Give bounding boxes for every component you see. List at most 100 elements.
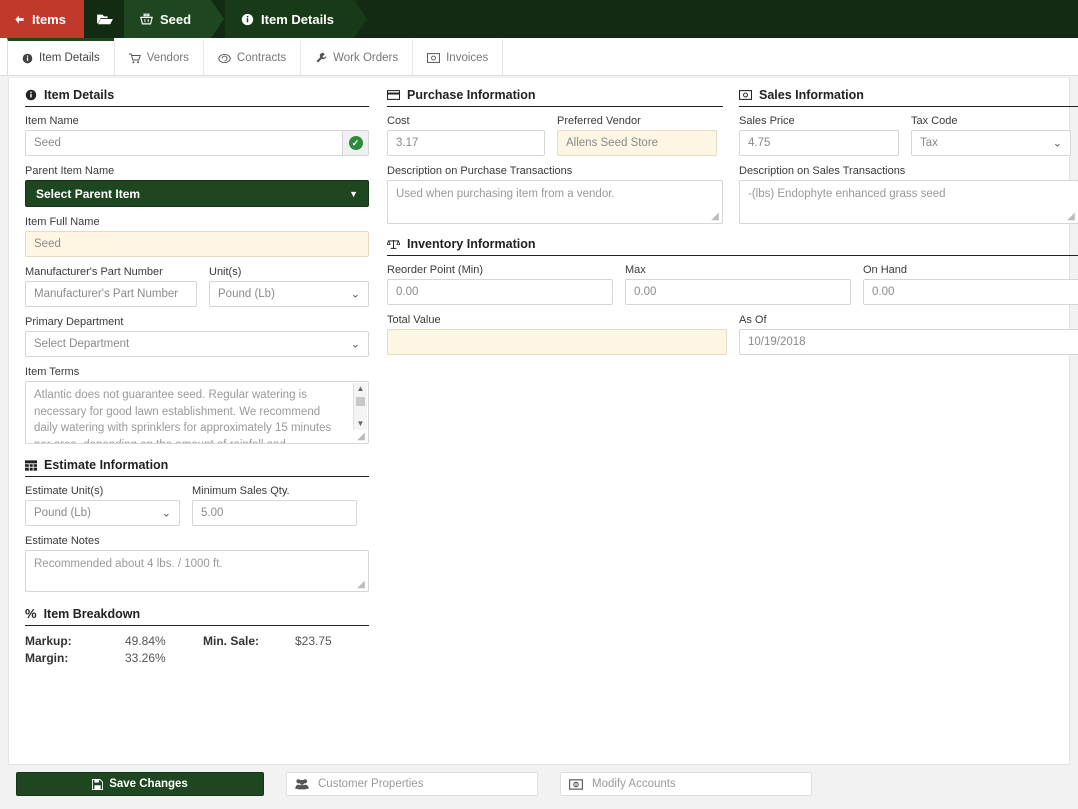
textarea-scrollbar[interactable]: ▲ ▼ bbox=[353, 383, 367, 430]
tab-item-details[interactable]: Item Details bbox=[7, 38, 115, 75]
column-item-details: Item Details Item Name Seed ✓ Parent Ite… bbox=[15, 88, 379, 668]
tab-contracts[interactable]: Contracts bbox=[202, 38, 302, 75]
breadcrumb-back-label: Items bbox=[32, 11, 66, 27]
item-terms-textarea[interactable]: Atlantic does not guarantee seed. Regula… bbox=[25, 381, 369, 444]
section-title: Inventory Information bbox=[407, 237, 536, 251]
parent-item-value: Select Parent Item bbox=[36, 186, 141, 201]
field-group-desc-sales: Description on Sales Transactions -(lbs)… bbox=[739, 165, 1078, 224]
preferred-vendor-label: Preferred Vendor bbox=[557, 115, 641, 127]
customer-properties-label: Customer Properties bbox=[318, 778, 424, 790]
column-sales-information: Sales Information Sales Price 4.75 Tax C… bbox=[731, 88, 1078, 233]
on-hand-input[interactable]: 0.00 bbox=[863, 279, 1078, 305]
money-bill-icon bbox=[739, 90, 752, 100]
min-sales-qty-label: Minimum Sales Qty. bbox=[192, 485, 290, 497]
save-changes-label: Save Changes bbox=[109, 778, 188, 790]
modify-accounts-label: Modify Accounts bbox=[592, 778, 676, 790]
save-icon bbox=[92, 778, 104, 790]
section-title: Item Details bbox=[44, 88, 115, 102]
field-group-units: Unit(s) Pound (Lb) ⌄ bbox=[209, 266, 369, 307]
customer-properties-button[interactable]: Customer Properties bbox=[286, 772, 538, 796]
folder-open-icon[interactable] bbox=[86, 0, 124, 38]
scrollbar-thumb[interactable] bbox=[356, 397, 365, 406]
estimate-notes-label: Estimate Notes bbox=[25, 535, 100, 547]
estimate-units-select[interactable]: Pound (Lb) bbox=[25, 500, 180, 526]
total-value-label: Total Value bbox=[387, 314, 441, 326]
field-group-estimate-notes: Estimate Notes Recommended about 4 lbs. … bbox=[25, 535, 369, 592]
item-details-card: Item Details Item Name Seed ✓ Parent Ite… bbox=[8, 78, 1078, 765]
desc-sales-text: -(lbs) Endophyte enhanced grass seed bbox=[748, 188, 946, 200]
row-mfr-units: Manufacturer's Part Number Manufacturer'… bbox=[25, 266, 369, 316]
field-group-preferred-vendor: Preferred Vendor Allens Seed Store bbox=[557, 115, 717, 156]
units-label: Unit(s) bbox=[209, 266, 242, 278]
tab-bar: Item Details Vendors Contracts Work Orde… bbox=[0, 38, 1078, 76]
resize-grip-icon[interactable]: ◢ bbox=[709, 211, 721, 223]
max-input[interactable]: 0.00 bbox=[625, 279, 851, 305]
field-group-sales-price: Sales Price 4.75 bbox=[739, 115, 899, 156]
estimate-notes-textarea[interactable]: Recommended about 4 lbs. / 1000 ft. ◢ bbox=[25, 550, 369, 592]
mfr-part-label: Manufacturer's Part Number bbox=[25, 266, 163, 278]
as-of-input[interactable]: 10/19/2018 bbox=[739, 329, 1078, 355]
item-name-input[interactable]: Seed bbox=[25, 130, 344, 156]
tab-invoices[interactable]: Invoices bbox=[412, 38, 504, 75]
total-value-input bbox=[387, 329, 727, 355]
modify-accounts-button[interactable]: Modify Accounts bbox=[560, 772, 812, 796]
field-group-item-name: Item Name Seed ✓ bbox=[25, 115, 369, 156]
parent-item-dropdown[interactable]: Select Parent Item ▼ bbox=[25, 180, 369, 207]
breakdown-row-margin: Margin: 33.26% bbox=[25, 651, 369, 665]
primary-department-select[interactable]: Select Department bbox=[25, 331, 369, 357]
section-title: Item Breakdown bbox=[43, 606, 141, 621]
chevron-up-icon: ▲ bbox=[356, 384, 365, 393]
breadcrumb-item-details-label: Item Details bbox=[261, 11, 335, 27]
check-circle-icon: ✓ bbox=[348, 136, 363, 150]
cost-input[interactable]: 3.17 bbox=[387, 130, 545, 156]
field-group-parent-item: Parent Item Name Select Parent Item ▼ bbox=[25, 165, 369, 207]
resize-grip-icon[interactable]: ◢ bbox=[355, 431, 367, 443]
breadcrumb-segment-item-details[interactable]: Item Details bbox=[225, 0, 368, 38]
field-group-mfr-part: Manufacturer's Part Number Manufacturer'… bbox=[25, 266, 197, 307]
row-cost-vendor: Cost 3.17 Preferred Vendor Allens Seed S… bbox=[387, 115, 723, 165]
basket-icon bbox=[140, 13, 153, 25]
field-group-cost: Cost 3.17 bbox=[387, 115, 545, 156]
tax-code-select[interactable]: Tax bbox=[911, 130, 1071, 156]
save-changes-button[interactable]: Save Changes bbox=[16, 772, 264, 796]
desc-purchase-textarea[interactable]: Used when purchasing item from a vendor.… bbox=[387, 180, 723, 224]
arrow-left-icon bbox=[14, 14, 25, 25]
min-sales-qty-input[interactable]: 5.00 bbox=[192, 500, 357, 526]
resize-grip-icon[interactable]: ◢ bbox=[1065, 211, 1077, 223]
credit-card-icon bbox=[387, 90, 400, 100]
field-group-item-full-name: Item Full Name Seed bbox=[25, 216, 369, 257]
desc-sales-label: Description on Sales Transactions bbox=[739, 165, 906, 177]
max-label: Max bbox=[625, 264, 646, 276]
tab-work-orders[interactable]: Work Orders bbox=[300, 38, 414, 75]
chevron-down-icon: ▼ bbox=[349, 188, 358, 199]
desc-purchase-label: Description on Purchase Transactions bbox=[387, 165, 573, 177]
resize-grip-icon[interactable]: ◢ bbox=[355, 579, 367, 591]
section-header-inventory-information: Inventory Information bbox=[387, 237, 1078, 256]
section-header-sales-information: Sales Information bbox=[739, 88, 1078, 107]
breadcrumb-back-items-button[interactable]: Items bbox=[0, 0, 84, 38]
markup-value: 49.84% bbox=[125, 634, 166, 648]
tab-vendors[interactable]: Vendors bbox=[113, 38, 204, 75]
item-full-name-label: Item Full Name bbox=[25, 216, 100, 228]
desc-sales-textarea[interactable]: -(lbs) Endophyte enhanced grass seed ◢ bbox=[739, 180, 1078, 224]
field-group-tax-code: Tax Code Tax ⌄ bbox=[911, 115, 1071, 156]
sales-price-label: Sales Price bbox=[739, 115, 795, 127]
footer-action-bar: Save Changes Customer Properties Modify … bbox=[0, 772, 1078, 809]
percent-icon: % bbox=[25, 606, 37, 621]
units-select[interactable]: Pound (Lb) bbox=[209, 281, 369, 307]
cost-label: Cost bbox=[387, 115, 410, 127]
estimate-notes-text: Recommended about 4 lbs. / 1000 ft. bbox=[34, 558, 223, 570]
tab-item-details-label: Item Details bbox=[39, 52, 100, 64]
breadcrumb-segment-seed[interactable]: Seed bbox=[123, 0, 225, 38]
preferred-vendor-input[interactable]: Allens Seed Store bbox=[557, 130, 717, 156]
users-icon bbox=[295, 778, 309, 790]
desc-purchase-text: Used when purchasing item from a vendor. bbox=[396, 188, 615, 200]
sales-price-input[interactable]: 4.75 bbox=[739, 130, 899, 156]
section-header-item-breakdown: % Item Breakdown bbox=[25, 606, 369, 626]
field-group-reorder-point: Reorder Point (Min) 0.00 bbox=[387, 264, 613, 305]
reorder-point-input[interactable]: 0.00 bbox=[387, 279, 613, 305]
mfr-part-input[interactable]: Manufacturer's Part Number bbox=[25, 281, 197, 307]
min-sale-value: $23.75 bbox=[295, 634, 332, 648]
field-group-as-of: As Of 10/19/2018 bbox=[739, 314, 1078, 355]
field-group-max: Max 0.00 bbox=[625, 264, 851, 305]
